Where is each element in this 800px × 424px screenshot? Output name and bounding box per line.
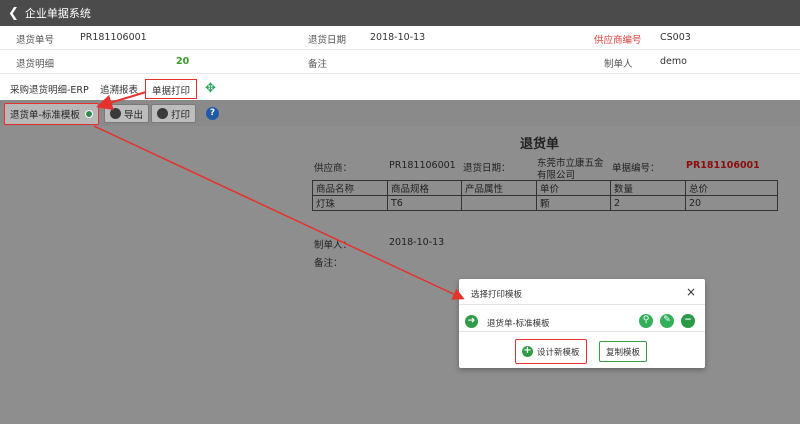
back-arrow-icon[interactable]: ❮ [8, 6, 19, 21]
document-title: 退货单 [520, 137, 560, 152]
header-form: 退货单号 PR181106001 退货日期 2018-10-13 供应商编号 C… [0, 26, 800, 74]
detail-count[interactable]: 20 [176, 56, 189, 67]
tab-trace-report[interactable]: 追溯报表 [100, 82, 138, 96]
doc-supplier-value: PR181106001 [389, 160, 456, 171]
creator-value: demo [660, 56, 687, 67]
doc-remark-label: 备注： [314, 258, 343, 269]
tab-bar: 采购退货明细-ERP 追溯报表 单据打印 ✥ [0, 78, 800, 100]
help-icon[interactable]: ? [206, 107, 219, 120]
copy-template-button[interactable]: 复制模板 [599, 341, 648, 362]
preview-icon[interactable]: ⚲ [639, 314, 653, 328]
table-cell: 灯珠 [312, 195, 388, 211]
title-bar: ❮ 企业单据系统 [0, 0, 800, 26]
doc-created-date: 2018-10-13 [389, 237, 445, 248]
detail-label: 退货明细 [16, 59, 55, 70]
design-new-template-button[interactable]: + 设计新模板 [515, 339, 587, 364]
col-header: 商品规格 [387, 180, 462, 196]
export-label: 导出 [124, 109, 144, 121]
return-date-value: 2018-10-13 [370, 32, 426, 43]
template-list-item[interactable]: ➜ 退货单-标准模板 ⚲ ✎ − [459, 310, 705, 332]
supplier-code-label: 供应商编号 [594, 35, 642, 46]
tab-purchase-return-erp[interactable]: 采购退货明细-ERP [10, 82, 89, 96]
return-no-label: 退货单号 [16, 35, 55, 46]
doc-number-value: PR181106001 [686, 160, 760, 171]
dialog-title: 选择打印模板 [471, 290, 523, 300]
return-date-label: 退货日期 [308, 35, 347, 46]
table-header-row: 商品名称 商品规格 产品属性 单价 数量 总价 [312, 180, 778, 196]
table-cell: 颗 [536, 195, 611, 211]
close-icon[interactable]: × [686, 285, 696, 299]
template-item-name: 退货单-标准模板 [487, 319, 550, 329]
print-label: 打印 [171, 109, 191, 121]
table-row: 灯珠 T6 颗 2 20 [312, 195, 778, 211]
form-row-1: 退货单号 PR181106001 退货日期 2018-10-13 供应商编号 C… [0, 26, 800, 50]
items-table: 商品名称 商品规格 产品属性 单价 数量 总价 灯珠 T6 颗 2 20 [312, 180, 778, 211]
remove-icon[interactable]: − [681, 314, 695, 328]
print-button[interactable]: 打印 [151, 104, 197, 123]
export-icon [110, 108, 121, 119]
doc-supplier-label: 供应商： [314, 163, 353, 174]
col-header: 总价 [685, 180, 778, 196]
export-button[interactable]: 导出 [104, 104, 150, 123]
doc-number-label: 单据编号： [612, 163, 660, 174]
tab-document-print[interactable]: 单据打印 [145, 79, 198, 99]
move-icon[interactable]: ✥ [205, 81, 216, 96]
plus-icon: + [522, 345, 533, 357]
col-header: 产品属性 [461, 180, 537, 196]
col-header: 单价 [536, 180, 611, 196]
dialog-header: 选择打印模板 × [459, 279, 705, 305]
arrow-right-icon: ➜ [465, 315, 478, 328]
template-select-label: 退货单-标准模板 [10, 110, 80, 121]
select-template-dialog: 选择打印模板 × ➜ 退货单-标准模板 ⚲ ✎ − + 设计新模板 复制模板 [459, 279, 705, 368]
table-cell: T6 [387, 195, 462, 211]
form-row-2: 退货明细 20 备注 制单人 demo [0, 50, 800, 74]
creator-label: 制单人 [604, 59, 633, 70]
table-cell: 2 [610, 195, 686, 211]
dropdown-icon [84, 110, 93, 118]
table-cell [461, 195, 537, 211]
edit-icon[interactable]: ✎ [660, 314, 674, 328]
template-select-button[interactable]: 退货单-标准模板 [4, 103, 99, 125]
design-button-label: 设计新模板 [537, 347, 580, 358]
return-no-value: PR181106001 [80, 32, 147, 43]
doc-creator-label: 制单人： [314, 240, 353, 251]
printer-icon [157, 108, 168, 119]
doc-company-line2: 有限公司 [537, 170, 576, 181]
col-header: 商品名称 [312, 180, 388, 196]
app-title: 企业单据系统 [24, 7, 91, 20]
remark-label: 备注 [308, 59, 328, 70]
col-header: 数量 [610, 180, 686, 196]
supplier-code-value: CS003 [660, 32, 691, 43]
print-toolbar: 退货单-标准模板 导出 打印 ? [0, 100, 800, 126]
doc-date-label: 退货日期： [463, 163, 511, 174]
table-cell: 20 [685, 195, 778, 211]
print-area-overlay: 退货单-标准模板 导出 打印 ? 退货单 供应商： PR181106001 退货… [0, 100, 800, 424]
